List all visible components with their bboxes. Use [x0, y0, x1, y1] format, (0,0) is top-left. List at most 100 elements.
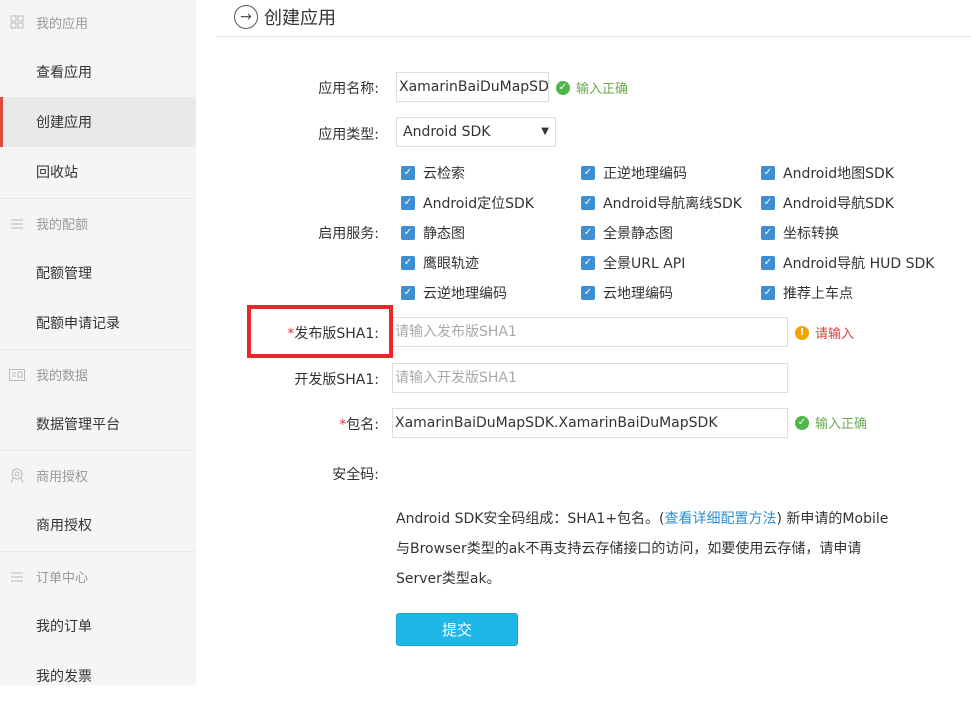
service-checkbox[interactable]: ✓ 云检索 — [401, 163, 465, 183]
sidebar-item-my-invoices[interactable]: 我的发票 — [0, 651, 196, 701]
service-checkbox[interactable]: ✓ 正逆地理编码 — [581, 163, 687, 183]
sidebar-item-commercial-license[interactable]: 商用授权 — [0, 500, 196, 550]
sidebar-item-label: 查看应用 — [36, 65, 92, 81]
service-label: 全景静态图 — [603, 226, 673, 242]
security-note-line3: Server类型ak。 — [396, 571, 501, 587]
checkbox-checked-icon: ✓ — [761, 286, 775, 300]
app-name-label: 应用名称: — [318, 81, 379, 97]
service-checkbox[interactable]: ✓ Android定位SDK — [401, 193, 534, 213]
package-name-status: ✓ 输入正确 — [795, 413, 867, 432]
service-label: 云检索 — [423, 166, 465, 182]
package-name-label: *包名: — [224, 414, 379, 434]
sidebar-item-label: 配额管理 — [36, 266, 92, 282]
id-card-icon — [8, 366, 26, 384]
checkbox-checked-icon: ✓ — [401, 196, 415, 210]
sidebar-group-orders[interactable]: 订单中心 — [0, 551, 196, 601]
sidebar-group-my-data[interactable]: 我的数据 — [0, 349, 196, 399]
dev-sha1-label: 开发版SHA1: — [294, 372, 379, 388]
note-text: ) 新申请的Mobile — [776, 511, 889, 527]
service-label: 全景URL API — [603, 256, 686, 272]
sidebar-item-data-platform[interactable]: 数据管理平台 — [0, 399, 196, 449]
sidebar-item-label: 商用授权 — [36, 518, 92, 534]
service-checkbox[interactable]: ✓ Android导航离线SDK — [581, 193, 742, 213]
status-text: 输入正确 — [815, 417, 868, 432]
service-label: Android导航 HUD SDK — [783, 256, 935, 272]
checkbox-checked-icon: ✓ — [761, 166, 775, 180]
service-checkbox[interactable]: ✓ 云地理编码 — [581, 283, 673, 303]
sidebar-item-quota-management[interactable]: 配额管理 — [0, 248, 196, 298]
service-checkbox[interactable]: ✓ 静态图 — [401, 223, 465, 243]
checkbox-checked-icon: ✓ — [761, 226, 775, 240]
service-label: 静态图 — [423, 226, 465, 242]
checkbox-checked-icon: ✓ — [581, 226, 595, 240]
package-name-input[interactable]: XamarinBaiDuMapSDK.XamarinBaiDuMapSDK — [392, 408, 788, 438]
app-name-status: ✓ 输入正确 — [556, 78, 628, 97]
submit-button[interactable]: 提交 — [396, 613, 518, 646]
sidebar-group-label: 我的配额 — [36, 218, 89, 233]
checkbox-checked-icon: ✓ — [581, 196, 595, 210]
page-header: → 创建应用 — [216, 0, 971, 37]
check-circle-icon: ✓ — [556, 80, 570, 95]
sidebar-group-commercial[interactable]: 商用授权 — [0, 450, 196, 500]
sidebar-item-my-orders[interactable]: 我的订单 — [0, 601, 196, 651]
highlight-box — [247, 305, 393, 358]
service-checkbox[interactable]: ✓ Android导航SDK — [761, 193, 894, 213]
list-icon — [8, 568, 26, 586]
list-icon — [8, 215, 26, 233]
sidebar-group-my-apps[interactable]: 我的应用 — [0, 0, 196, 47]
checkbox-checked-icon: ✓ — [401, 226, 415, 240]
arrow-right-circle-icon[interactable]: → — [234, 5, 258, 29]
service-checkbox[interactable]: ✓ 推荐上车点 — [761, 283, 853, 303]
service-checkbox[interactable]: ✓ Android导航 HUD SDK — [761, 253, 934, 273]
app-name-input[interactable]: XamarinBaiDuMapSDK — [396, 72, 549, 102]
service-checkbox[interactable]: ✓ Android地图SDK — [761, 163, 894, 183]
security-note-line1: Android SDK安全码组成：SHA1+包名。(查看详细配置方法) 新申请的… — [396, 508, 888, 528]
service-label: Android导航离线SDK — [603, 196, 742, 212]
note-text: Android SDK安全码组成：SHA1+包名。( — [396, 511, 665, 527]
service-label: Android地图SDK — [783, 166, 894, 182]
checkbox-checked-icon: ✓ — [761, 256, 775, 270]
check-circle-icon: ✓ — [795, 415, 809, 430]
sidebar-item-view-apps[interactable]: 查看应用 — [0, 47, 196, 97]
service-checkbox[interactable]: ✓ 鹰眼轨迹 — [401, 253, 479, 273]
security-note-line2: 与Browser类型的ak不再支持云存储接口的访问，如要使用云存储，请申请 — [396, 541, 862, 557]
release-sha1-status: ! 请输入 — [795, 323, 854, 342]
checkbox-checked-icon: ✓ — [401, 256, 415, 270]
sidebar-item-quota-records[interactable]: 配额申请记录 — [0, 298, 196, 348]
service-label: 云地理编码 — [603, 286, 673, 302]
services-label: 启用服务: — [318, 226, 379, 242]
sidebar-item-recycle-bin[interactable]: 回收站 — [0, 147, 196, 197]
sidebar-group-label: 我的数据 — [36, 369, 89, 384]
sidebar-item-create-app[interactable]: 创建应用 — [0, 97, 196, 147]
service-checkbox[interactable]: ✓ 全景静态图 — [581, 223, 673, 243]
service-label: 云逆地理编码 — [423, 286, 507, 302]
sidebar-item-label: 我的发票 — [36, 669, 92, 685]
checkbox-checked-icon: ✓ — [401, 166, 415, 180]
service-label: Android导航SDK — [783, 196, 894, 212]
sidebar-item-label: 数据管理平台 — [36, 417, 120, 433]
sidebar-item-label: 回收站 — [36, 165, 78, 181]
service-checkbox[interactable]: ✓ 坐标转换 — [761, 223, 839, 243]
sidebar-item-label: 我的订单 — [36, 619, 92, 635]
config-method-link[interactable]: 查看详细配置方法 — [665, 511, 777, 527]
service-checkbox[interactable]: ✓ 云逆地理编码 — [401, 283, 507, 303]
package-name-label-text: 包名: — [346, 417, 379, 433]
sidebar-group-label: 订单中心 — [36, 571, 89, 586]
checkbox-checked-icon: ✓ — [761, 196, 775, 210]
sidebar: 我的应用 查看应用 创建应用 回收站 我的配额 配额管理 配额申请记录 我的数据… — [0, 0, 196, 685]
checkbox-checked-icon: ✓ — [581, 166, 595, 180]
dev-sha1-input[interactable]: 请输入开发版SHA1 — [392, 363, 788, 393]
badge-icon — [8, 467, 26, 485]
release-sha1-input[interactable]: 请输入发布版SHA1 — [392, 317, 788, 347]
app-type-label: 应用类型: — [318, 127, 379, 143]
service-label: 坐标转换 — [783, 226, 839, 242]
sidebar-group-label: 商用授权 — [36, 470, 89, 485]
caret-down-icon: ▼ — [541, 126, 549, 137]
sidebar-group-my-quota[interactable]: 我的配额 — [0, 198, 196, 248]
app-type-select[interactable]: Android SDK ▼ — [396, 117, 556, 147]
grid-icon — [8, 13, 26, 31]
sidebar-item-label: 创建应用 — [36, 115, 92, 131]
page-title: 创建应用 — [264, 8, 336, 29]
checkbox-checked-icon: ✓ — [581, 256, 595, 270]
service-checkbox[interactable]: ✓ 全景URL API — [581, 253, 685, 273]
